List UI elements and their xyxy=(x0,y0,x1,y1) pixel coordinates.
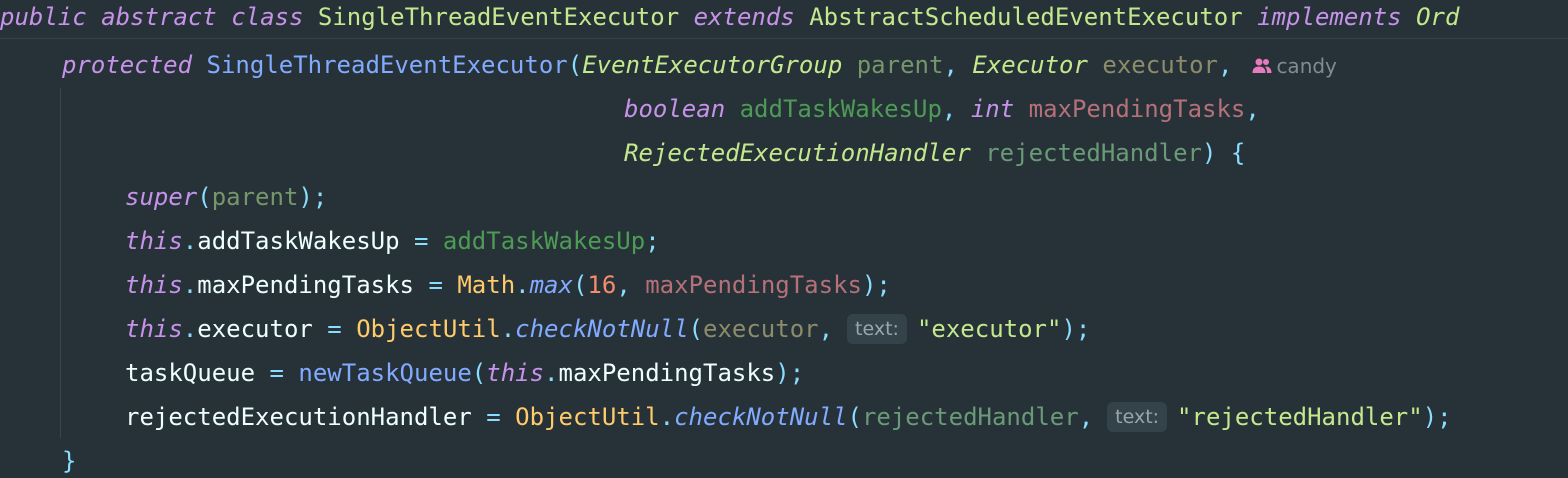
string-literal: "rejectedHandler" xyxy=(1177,403,1423,431)
code-line-assignment[interactable]: this.maxPendingTasks = Math.max(16, maxP… xyxy=(125,263,891,307)
keyword: this xyxy=(125,271,183,299)
method-call: newTaskQueue xyxy=(298,359,472,387)
operator: = xyxy=(428,271,443,299)
punctuation: ( xyxy=(471,359,487,387)
field-name: rejectedExecutionHandler xyxy=(125,403,472,431)
punctuation: , xyxy=(616,271,631,299)
punctuation: ); xyxy=(298,183,328,211)
class-reference: ObjectUtil xyxy=(356,315,501,343)
punctuation: ( xyxy=(847,403,862,431)
field-name: maxPendingTasks xyxy=(197,271,414,299)
field-name: addTaskWakesUp xyxy=(197,227,400,255)
operator: = xyxy=(486,403,501,431)
punctuation: ( xyxy=(688,315,703,343)
argument: addTaskWakesUp xyxy=(442,227,646,255)
punctuation: . xyxy=(182,271,198,299)
method-call: max xyxy=(529,271,573,299)
keyword: this xyxy=(486,359,545,387)
punctuation: ( xyxy=(197,183,212,211)
punctuation: , xyxy=(1078,403,1094,431)
punctuation: . xyxy=(544,359,559,387)
keyword: this xyxy=(125,315,183,343)
punctuation: ( xyxy=(572,271,588,299)
code-author-hint[interactable]: candy xyxy=(1252,54,1337,78)
argument: parent xyxy=(211,183,299,211)
code-editor[interactable]: public abstract class SingleThreadEventE… xyxy=(0,0,1568,478)
punctuation: . xyxy=(182,315,198,343)
param-type: Executor xyxy=(972,51,1088,79)
keyword: boolean xyxy=(624,95,726,123)
argument: executor xyxy=(703,315,819,343)
code-line-class-declaration[interactable]: public abstract class SingleThreadEventE… xyxy=(0,0,1459,39)
code-line-assignment[interactable]: taskQueue = newTaskQueue(this.maxPending… xyxy=(125,351,804,395)
users-icon xyxy=(1252,58,1272,73)
code-line-constructor[interactable]: protected SingleThreadEventExecutor(Even… xyxy=(62,43,1337,87)
string-literal: "executor" xyxy=(916,315,1062,343)
number-literal: 16 xyxy=(587,271,617,299)
punctuation: , xyxy=(941,95,957,123)
keyword: int xyxy=(970,95,1015,123)
keyword: class xyxy=(231,3,304,31)
keyword: abstract xyxy=(101,3,217,31)
keyword: public xyxy=(0,3,87,31)
code-line-assignment[interactable]: this.addTaskWakesUp = addTaskWakesUp; xyxy=(125,219,660,263)
field-name: taskQueue xyxy=(125,359,256,387)
parameter-name-hint: text: xyxy=(847,314,907,344)
close-brace: } xyxy=(62,447,77,475)
indent-guide xyxy=(60,88,61,438)
param-name: rejectedHandler xyxy=(985,139,1202,167)
param-name: parent xyxy=(856,51,944,79)
param-type: RejectedExecutionHandler xyxy=(624,139,971,167)
punctuation: ( xyxy=(567,51,583,79)
super-class-name: AbstractScheduledEventExecutor xyxy=(809,3,1243,31)
code-line-super-call[interactable]: super(parent); xyxy=(125,175,327,219)
keyword: super xyxy=(125,183,198,211)
operator: = xyxy=(414,227,429,255)
punctuation: ) xyxy=(1201,139,1217,167)
punctuation: . xyxy=(500,315,516,343)
punctuation: , xyxy=(818,315,834,343)
method-call: checkNotNull xyxy=(674,403,848,431)
keyword: this xyxy=(125,227,183,255)
punctuation: , xyxy=(1217,51,1233,79)
param-name: executor xyxy=(1102,51,1218,79)
keyword: extends xyxy=(693,3,795,31)
argument: rejectedHandler xyxy=(861,403,1079,431)
param-name: maxPendingTasks xyxy=(1028,95,1246,123)
interface-name: Ord xyxy=(1416,3,1460,31)
class-reference: Math xyxy=(457,271,516,299)
keyword: protected xyxy=(62,51,193,79)
argument: maxPendingTasks xyxy=(645,271,862,299)
code-line-assignment[interactable]: rejectedExecutionHandler = ObjectUtil.ch… xyxy=(125,395,1452,439)
punctuation: ; xyxy=(645,227,660,255)
punctuation: . xyxy=(182,227,198,255)
punctuation: ); xyxy=(775,359,805,387)
class-name: SingleThreadEventExecutor xyxy=(317,3,680,31)
param-type: EventExecutorGroup xyxy=(582,51,843,79)
code-line-params[interactable]: boolean addTaskWakesUp, int maxPendingTa… xyxy=(624,87,1260,131)
author-name: candy xyxy=(1276,54,1337,78)
punctuation: . xyxy=(515,271,530,299)
operator: = xyxy=(269,359,284,387)
code-line-close-brace[interactable]: } xyxy=(62,439,76,478)
class-reference: ObjectUtil xyxy=(515,403,660,431)
keyword: implements xyxy=(1257,3,1402,31)
operator: = xyxy=(327,315,342,343)
method-call: checkNotNull xyxy=(515,315,689,343)
code-line-assignment[interactable]: this.executor = ObjectUtil.checkNotNull(… xyxy=(125,307,1090,351)
punctuation: , xyxy=(943,51,958,79)
field-name: executor xyxy=(197,315,313,343)
parameter-name-hint: text: xyxy=(1107,402,1168,432)
punctuation: ); xyxy=(1061,315,1091,343)
code-line-params[interactable]: RejectedExecutionHandler rejectedHandler… xyxy=(624,131,1245,175)
punctuation: ); xyxy=(1422,403,1452,431)
punctuation: , xyxy=(1245,95,1260,123)
constructor-name: SingleThreadEventExecutor xyxy=(206,51,568,79)
open-brace: { xyxy=(1230,139,1246,167)
param-name: addTaskWakesUp xyxy=(739,95,942,123)
punctuation: . xyxy=(659,403,675,431)
field-name: maxPendingTasks xyxy=(558,359,776,387)
punctuation: ); xyxy=(861,271,891,299)
